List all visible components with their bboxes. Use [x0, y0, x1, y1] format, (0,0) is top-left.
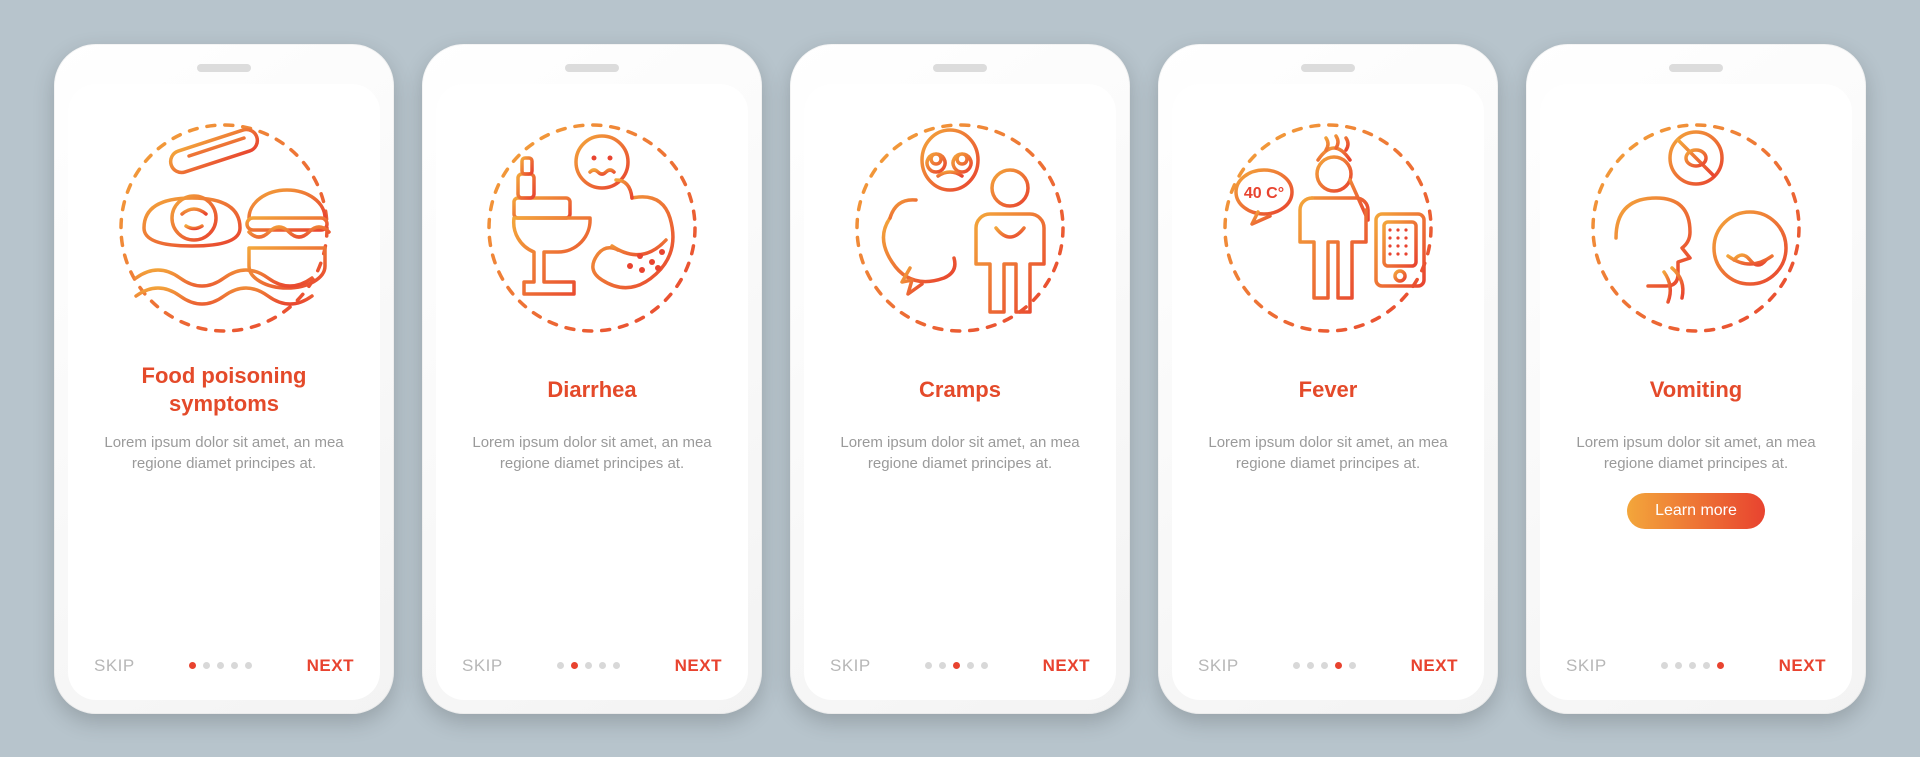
onboarding-nav: SKIP NEXT: [804, 656, 1116, 676]
screen-body: Lorem ipsum dolor sit amet, an mea regio…: [94, 432, 354, 476]
phone-mockup: Vomiting Lorem ipsum dolor sit amet, an …: [1526, 44, 1866, 714]
next-button[interactable]: NEXT: [1043, 656, 1090, 676]
dot[interactable]: [217, 662, 224, 669]
dot[interactable]: [1689, 662, 1696, 669]
screen-title: Cramps: [919, 362, 1001, 418]
dot[interactable]: [203, 662, 210, 669]
dot[interactable]: [1307, 662, 1314, 669]
onboarding-screen: Food poisoning symptoms Lorem ipsum dolo…: [68, 84, 380, 700]
screen-title: Diarrhea: [547, 362, 636, 418]
pagination-dots: [1293, 662, 1356, 669]
screen-body: Lorem ipsum dolor sit amet, an mea regio…: [1198, 432, 1458, 476]
phone-speaker: [933, 64, 987, 72]
onboarding-screen: Vomiting Lorem ipsum dolor sit amet, an …: [1540, 84, 1852, 700]
dot[interactable]: [613, 662, 620, 669]
toilet-stomach-face-icon: [482, 118, 702, 338]
phone-mockup: 40 C° Fever Lorem i: [1158, 44, 1498, 714]
pagination-dots: [1661, 662, 1724, 669]
dot[interactable]: [1349, 662, 1356, 669]
dot[interactable]: [571, 662, 578, 669]
dot[interactable]: [1675, 662, 1682, 669]
dot[interactable]: [189, 662, 196, 669]
skip-button[interactable]: SKIP: [94, 656, 135, 676]
dot[interactable]: [939, 662, 946, 669]
skip-button[interactable]: SKIP: [1566, 656, 1607, 676]
onboarding-screen: Diarrhea Lorem ipsum dolor sit amet, an …: [436, 84, 748, 700]
dot[interactable]: [1661, 662, 1668, 669]
dot[interactable]: [1293, 662, 1300, 669]
onboarding-nav: SKIP NEXT: [436, 656, 748, 676]
screen-body: Lorem ipsum dolor sit amet, an mea regio…: [830, 432, 1090, 476]
next-button[interactable]: NEXT: [1779, 656, 1826, 676]
phone-mockup: Cramps Lorem ipsum dolor sit amet, an me…: [790, 44, 1130, 714]
dot[interactable]: [585, 662, 592, 669]
dot[interactable]: [1717, 662, 1724, 669]
svg-text:40 C°: 40 C°: [1244, 185, 1284, 202]
phone-mockup: Food poisoning symptoms Lorem ipsum dolo…: [54, 44, 394, 714]
sick-bed-burger-thermometer-icon: [114, 118, 334, 338]
onboarding-nav: SKIP NEXT: [1172, 656, 1484, 676]
pagination-dots: [189, 662, 252, 669]
fever-40c-person-icon: 40 C°: [1218, 118, 1438, 338]
dot[interactable]: [925, 662, 932, 669]
phone-speaker: [197, 64, 251, 72]
dot[interactable]: [953, 662, 960, 669]
dot[interactable]: [1321, 662, 1328, 669]
learn-more-button[interactable]: Learn more: [1627, 493, 1765, 529]
screen-title: Food poisoning symptoms: [94, 362, 354, 418]
skip-button[interactable]: SKIP: [830, 656, 871, 676]
next-button[interactable]: NEXT: [1411, 656, 1458, 676]
next-button[interactable]: NEXT: [675, 656, 722, 676]
dot[interactable]: [599, 662, 606, 669]
onboarding-nav: SKIP NEXT: [68, 656, 380, 676]
dot[interactable]: [981, 662, 988, 669]
next-button[interactable]: NEXT: [307, 656, 354, 676]
screen-body: Lorem ipsum dolor sit amet, an mea regio…: [1566, 432, 1826, 476]
skip-button[interactable]: SKIP: [462, 656, 503, 676]
vomit-face-no-food-icon: [1586, 118, 1806, 338]
dot[interactable]: [557, 662, 564, 669]
phone-speaker: [1669, 64, 1723, 72]
dot[interactable]: [1703, 662, 1710, 669]
pagination-dots: [557, 662, 620, 669]
screen-title: Vomiting: [1650, 362, 1742, 418]
onboarding-nav: SKIP NEXT: [1540, 656, 1852, 676]
pagination-dots: [925, 662, 988, 669]
screen-title: Fever: [1299, 362, 1358, 418]
phone-speaker: [565, 64, 619, 72]
onboarding-screen: 40 C° Fever Lorem i: [1172, 84, 1484, 700]
phone-mockup: Diarrhea Lorem ipsum dolor sit amet, an …: [422, 44, 762, 714]
onboarding-screen: Cramps Lorem ipsum dolor sit amet, an me…: [804, 84, 1116, 700]
phone-speaker: [1301, 64, 1355, 72]
dot[interactable]: [967, 662, 974, 669]
screen-body: Lorem ipsum dolor sit amet, an mea regio…: [462, 432, 722, 476]
dot[interactable]: [1335, 662, 1342, 669]
skip-button[interactable]: SKIP: [1198, 656, 1239, 676]
dot[interactable]: [245, 662, 252, 669]
dot[interactable]: [231, 662, 238, 669]
stomach-pain-person-icon: [850, 118, 1070, 338]
